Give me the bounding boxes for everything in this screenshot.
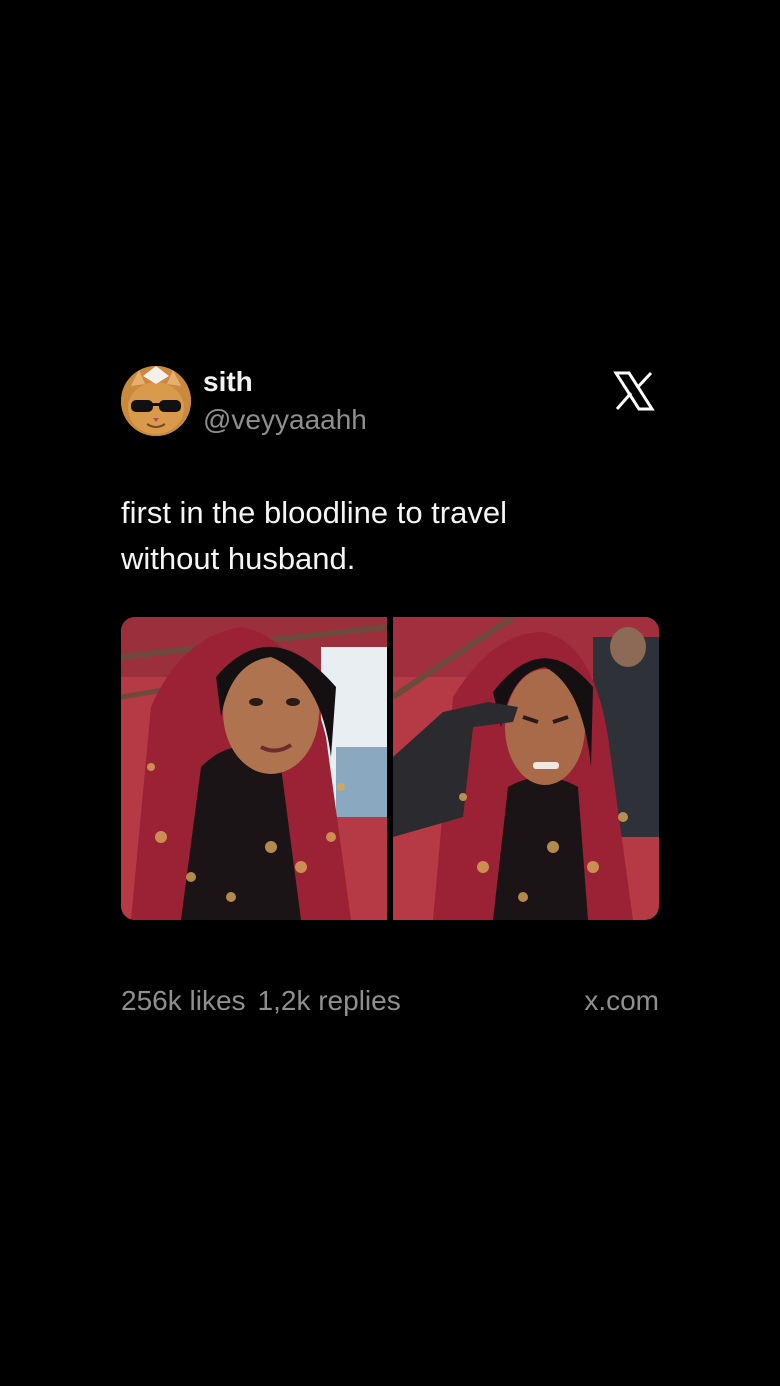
site-link[interactable]: x.com: [584, 984, 659, 1018]
x-logo-icon[interactable]: [613, 370, 655, 412]
tweet-text-line-1: first in the bloodline to travel: [121, 495, 507, 530]
tweet-stats: 256k likes 1,2k replies: [121, 984, 413, 1018]
photo-selfie-grimace[interactable]: [393, 617, 659, 920]
user-handle[interactable]: @veyyaaahh: [203, 404, 367, 436]
display-name[interactable]: sith: [203, 366, 253, 398]
tweet-card: sith @veyyaaahh first in the bloodline t…: [121, 366, 659, 1026]
photo-selfie-smiling[interactable]: [121, 617, 387, 920]
media-grid: [121, 617, 659, 920]
likes-count[interactable]: 256k likes: [121, 985, 246, 1016]
tweet-text-line-2: without husband.: [121, 541, 356, 576]
avatar[interactable]: [121, 366, 191, 436]
cat-avatar-icon: [121, 366, 191, 436]
replies-count[interactable]: 1,2k replies: [258, 985, 401, 1016]
tweet-text: first in the bloodline to travel without…: [121, 490, 659, 582]
